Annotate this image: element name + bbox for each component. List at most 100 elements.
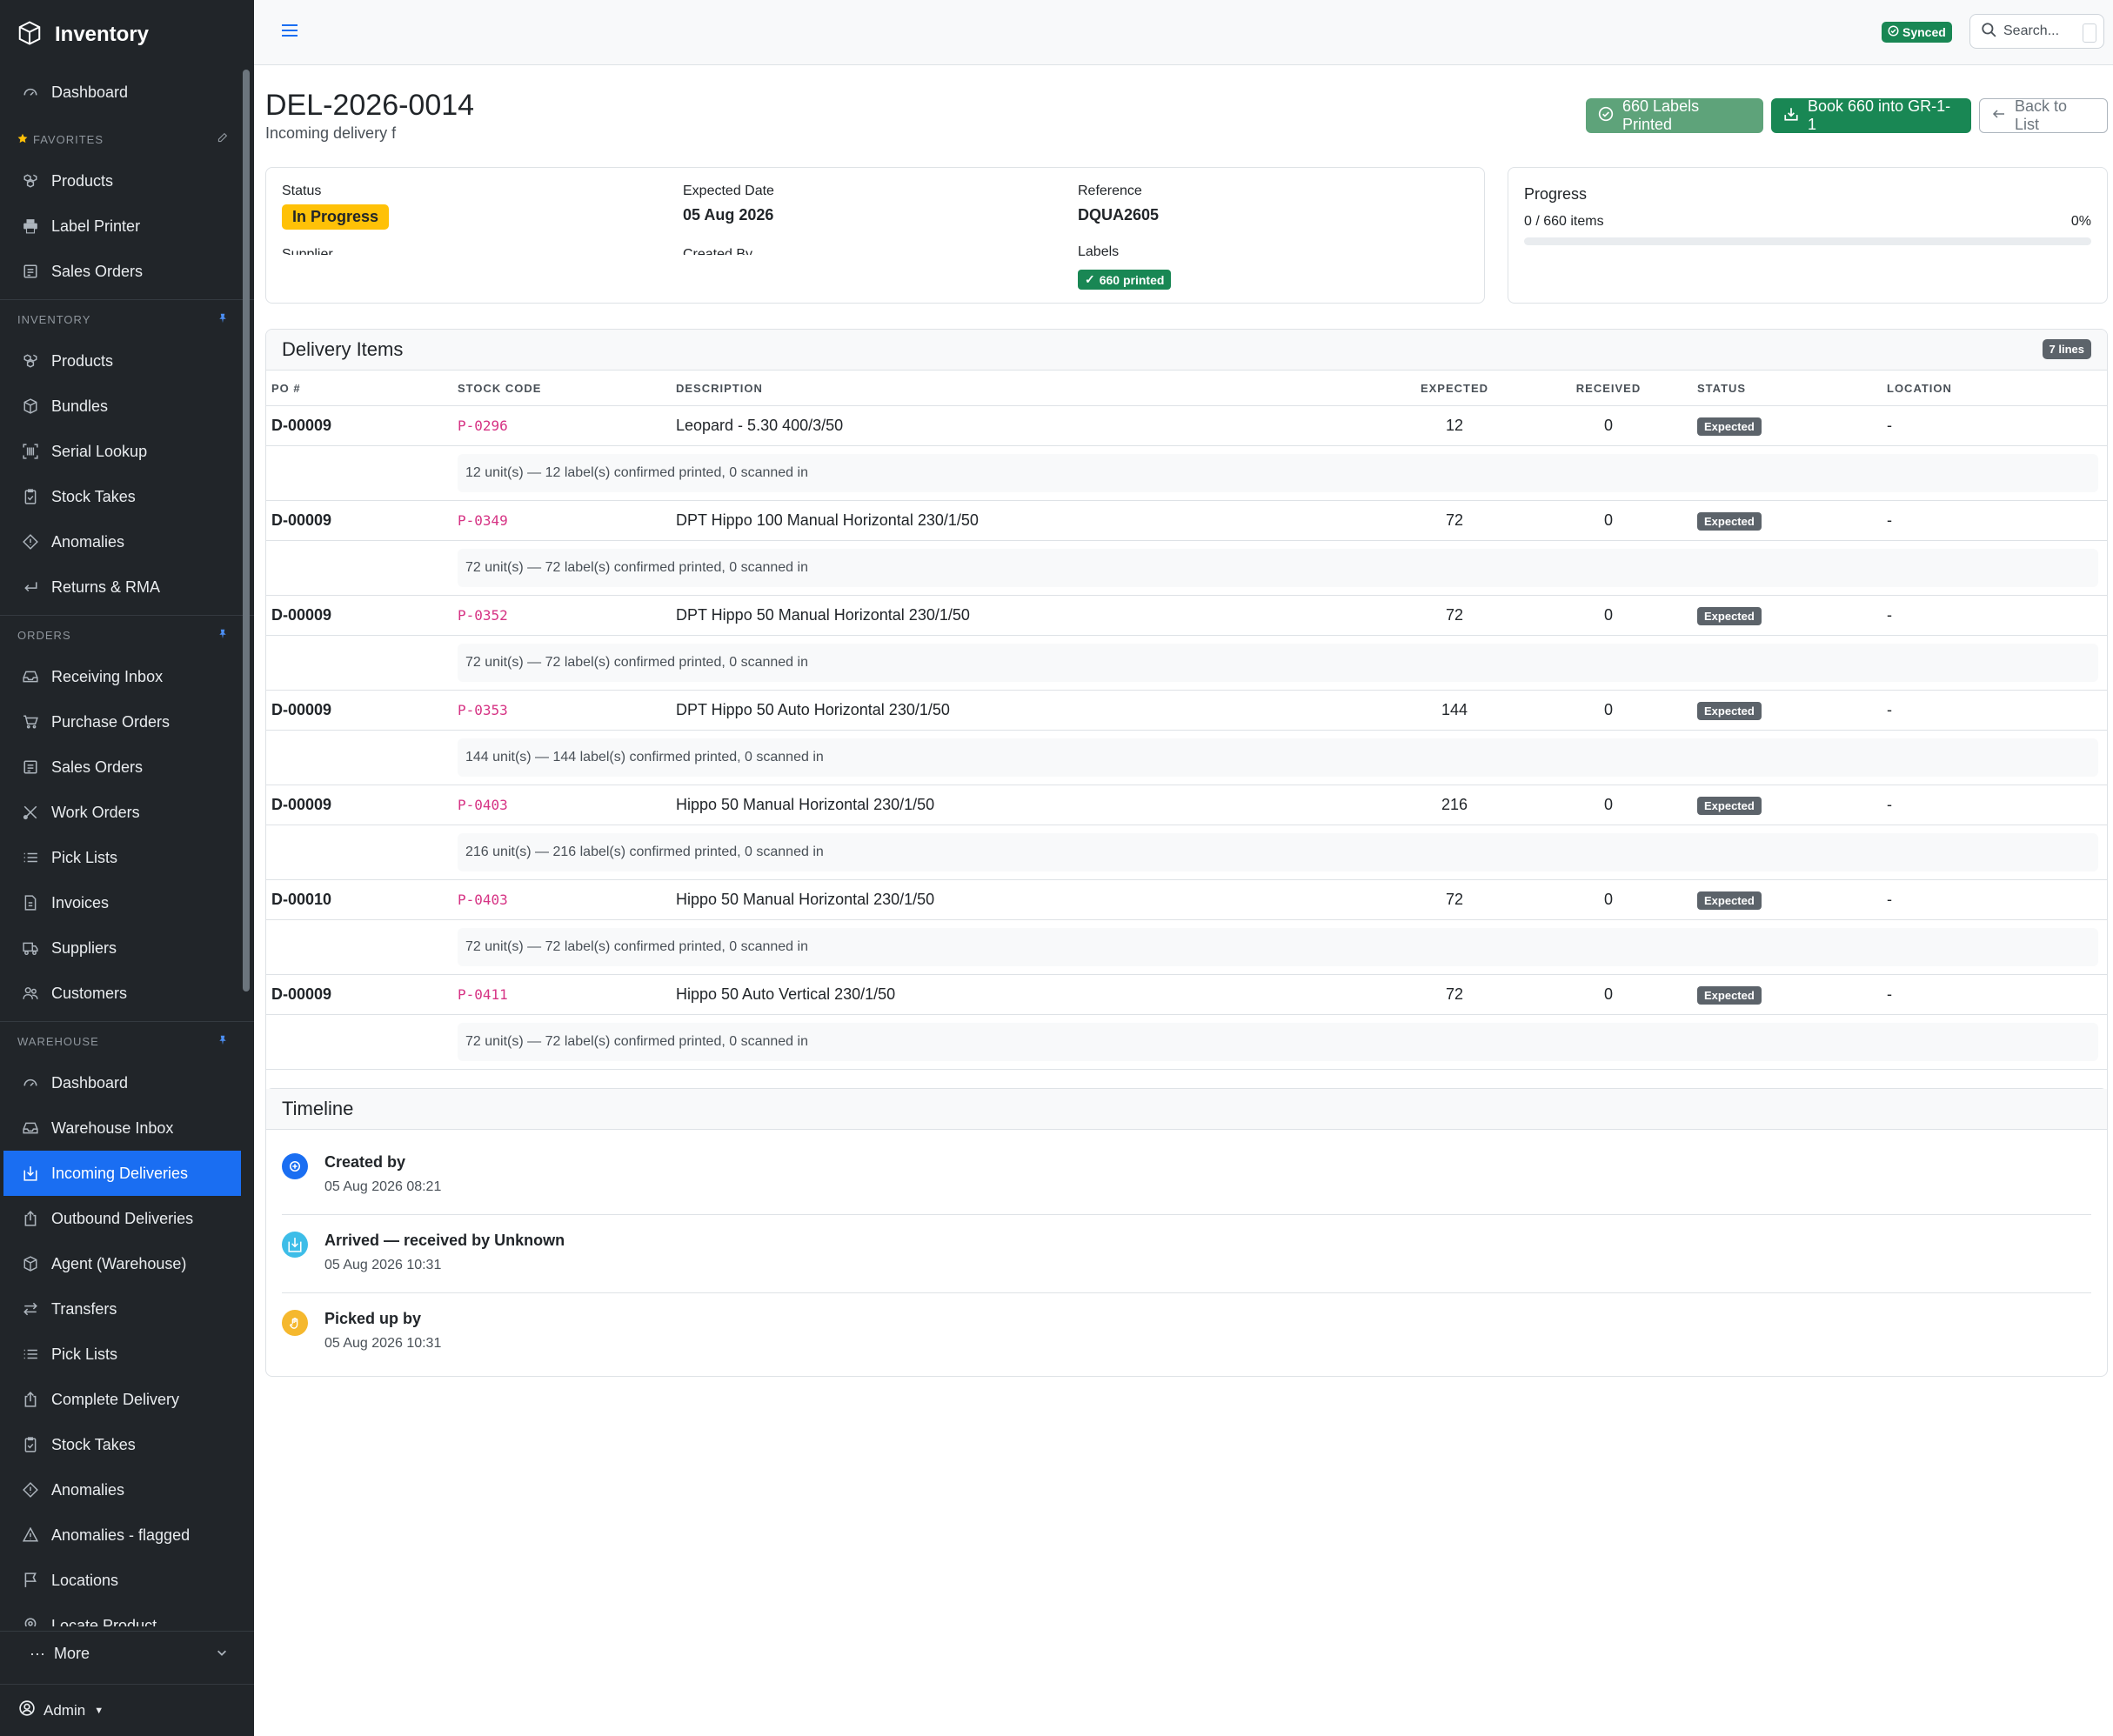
sidebar-item-anomalies[interactable]: Anomalies xyxy=(0,1467,241,1512)
shortcut-key-hint xyxy=(2083,23,2096,43)
receipt-icon xyxy=(22,263,39,280)
status-badge: Expected xyxy=(1697,511,1762,531)
sidebar-item-anomalies-flagged[interactable]: Anomalies - flagged xyxy=(0,1512,241,1558)
location-value: - xyxy=(1887,511,1892,529)
expected-date-value: 05 Aug 2026 xyxy=(683,206,774,224)
sidebar-item-complete-delivery[interactable]: Complete Delivery xyxy=(0,1377,241,1422)
sidebar-scrollbar[interactable] xyxy=(243,70,250,992)
timeline-title: Timeline xyxy=(282,1098,354,1119)
column-header-description[interactable]: DESCRIPTION xyxy=(676,371,1389,406)
sidebar-item-pick-lists[interactable]: Pick Lists xyxy=(0,1332,241,1377)
admin-label: Admin xyxy=(43,1701,86,1719)
sidebar: Inventory Dashboard FAVORITES Products Labe… xyxy=(0,0,254,1736)
sidebar-item-pick-lists[interactable]: Pick Lists xyxy=(0,835,241,880)
pin-icon[interactable] xyxy=(217,1035,228,1048)
sidebar-item-anomalies[interactable]: Anomalies xyxy=(0,519,241,564)
sidebar-item-bundles[interactable]: Bundles xyxy=(0,384,241,429)
hamburger-menu-icon[interactable] xyxy=(280,21,303,43)
stock-code-link[interactable]: P-0349 xyxy=(458,512,508,529)
table-row[interactable]: D-00009 P-0296 Leopard - 5.30 400/3/50 12 0 E… xyxy=(266,405,2107,446)
timeline-event-title: Picked up by xyxy=(324,1310,422,1327)
search-input[interactable]: Search... xyxy=(1969,14,2104,49)
sidebar-item-locations[interactable]: Locations xyxy=(0,1558,241,1603)
sidebar-item-dashboard[interactable]: Dashboard xyxy=(0,1060,241,1105)
expected-qty: 72 xyxy=(1445,891,1464,908)
synced-badge: Synced xyxy=(1882,22,1952,43)
status-badge: Expected xyxy=(1697,417,1762,436)
stock-code-link[interactable]: P-0352 xyxy=(458,607,508,624)
sidebar-item-returns-rma[interactable]: Returns & RMA xyxy=(0,564,241,610)
table-row[interactable]: D-00009 P-0403 Hippo 50 Manual Horizontal … xyxy=(266,785,2107,825)
sidebar-item-products[interactable]: Products xyxy=(0,158,241,204)
progress-count: 0 / 660 items xyxy=(1524,214,1604,229)
more-menu-toggle[interactable]: ··· More xyxy=(0,1631,254,1676)
page-subtitle: Incoming delivery f xyxy=(265,124,397,142)
column-header-stock-code[interactable]: STOCK CODE xyxy=(458,371,676,406)
sidebar-item-label: Warehouse Inbox xyxy=(51,1118,174,1137)
sidebar-nav[interactable]: Dashboard FAVORITES Products Label Printer S… xyxy=(0,70,254,1626)
sidebar-item-label: Incoming Deliveries xyxy=(51,1164,189,1182)
sidebar-item-label: Invoices xyxy=(51,893,110,911)
admin-menu[interactable]: Admin ▼ xyxy=(0,1684,254,1736)
stock-code-link[interactable]: P-0403 xyxy=(458,797,508,813)
table-row[interactable]: D-00009 P-0353 DPT Hippo 50 Auto Horizonta… xyxy=(266,690,2107,731)
sidebar-item-dashboard[interactable]: Dashboard xyxy=(0,70,241,115)
sidebar-item-work-orders[interactable]: Work Orders xyxy=(0,790,241,835)
brand[interactable]: Inventory xyxy=(17,19,149,50)
sidebar-item-sales-orders[interactable]: Sales Orders xyxy=(0,249,241,294)
sidebar-item-sales-orders[interactable]: Sales Orders xyxy=(0,744,241,790)
item-description: Hippo 50 Manual Horizontal 230/1/50 xyxy=(676,796,935,813)
sidebar-item-incoming-deliveries[interactable]: Incoming Deliveries xyxy=(3,1151,241,1196)
sidebar-item-agent-warehouse[interactable]: Agent (Warehouse) xyxy=(0,1241,241,1286)
sidebar-item-label-printer[interactable]: Label Printer xyxy=(0,204,241,249)
pin-icon[interactable] xyxy=(217,629,228,642)
sidebar-item-receiving-inbox[interactable]: Receiving Inbox xyxy=(0,654,241,699)
sidebar-item-transfers[interactable]: Transfers xyxy=(0,1286,241,1332)
column-header-status[interactable]: STATUS xyxy=(1697,371,1887,406)
pencil-icon[interactable] xyxy=(217,132,228,146)
received-qty: 0 xyxy=(1603,891,1613,908)
sidebar-section-orders: ORDERS xyxy=(0,615,254,654)
column-header-po[interactable]: PO # xyxy=(271,371,458,406)
sidebar-item-stock-takes[interactable]: Stock Takes xyxy=(0,1422,241,1467)
table-row[interactable]: D-00009 P-0411 Hippo 50 Auto Vertical 230/… xyxy=(266,974,2107,1015)
sidebar-item-label: Stock Takes xyxy=(51,487,136,505)
sidebar-item-label: Bundles xyxy=(51,397,109,415)
column-header-received[interactable]: RECEIVED xyxy=(1520,371,1697,406)
sidebar-item-suppliers[interactable]: Suppliers xyxy=(0,925,241,971)
timeline-event: Created by 05 Aug 2026 08:21 xyxy=(282,1136,2091,1215)
status-badge: Expected xyxy=(1697,606,1762,625)
sidebar-item-label: Pick Lists xyxy=(51,848,118,866)
sidebar-item-purchase-orders[interactable]: Purchase Orders xyxy=(0,699,241,744)
column-header-expected[interactable]: EXPECTED xyxy=(1389,371,1520,406)
column-header-location[interactable]: LOCATION xyxy=(1887,371,2107,406)
sidebar-item-label: Anomalies - flagged xyxy=(51,1526,191,1544)
sidebar-item-products[interactable]: Products xyxy=(0,338,241,384)
stock-code-link[interactable]: P-0296 xyxy=(458,417,508,434)
sidebar-item-outbound-deliveries[interactable]: Outbound Deliveries xyxy=(0,1196,241,1241)
expected-qty: 144 xyxy=(1441,701,1468,718)
stock-code-link[interactable]: P-0353 xyxy=(458,702,508,718)
book-in-button[interactable]: Book 660 into GR-1-1 xyxy=(1771,97,1971,133)
sidebar-item-locate-product[interactable]: Locate Product xyxy=(0,1603,241,1626)
stock-code-link[interactable]: P-0411 xyxy=(458,986,508,1003)
location-value: - xyxy=(1887,606,1892,624)
table-row[interactable]: D-00009 P-0349 DPT Hippo 100 Manual Horizo… xyxy=(266,500,2107,541)
labels-printed-button[interactable]: 660 Labels Printed xyxy=(1586,97,1763,133)
sidebar-item-warehouse-inbox[interactable]: Warehouse Inbox xyxy=(0,1105,241,1151)
sidebar-item-stock-takes[interactable]: Stock Takes xyxy=(0,474,241,519)
location-value: - xyxy=(1887,701,1892,718)
table-row[interactable]: D-00010 P-0403 Hippo 50 Manual Horizontal … xyxy=(266,879,2107,920)
sidebar-item-serial-lookup[interactable]: Serial Lookup xyxy=(0,429,241,474)
sidebar-item-invoices[interactable]: Invoices xyxy=(0,880,241,925)
page-title: DEL-2026-0014 xyxy=(265,89,475,122)
pin-icon[interactable] xyxy=(217,313,228,326)
item-description: DPT Hippo 50 Manual Horizontal 230/1/50 xyxy=(676,606,970,624)
stock-code-link[interactable]: P-0403 xyxy=(458,891,508,908)
gauge-icon xyxy=(22,1074,39,1092)
user-circle-icon xyxy=(19,1700,35,1720)
back-to-list-button[interactable]: Back to List xyxy=(1979,97,2108,133)
sidebar-item-customers[interactable]: Customers xyxy=(0,971,241,1016)
table-row[interactable]: D-00009 P-0352 DPT Hippo 50 Manual Horizon… xyxy=(266,595,2107,636)
box-arrow-in-icon xyxy=(282,1232,308,1258)
